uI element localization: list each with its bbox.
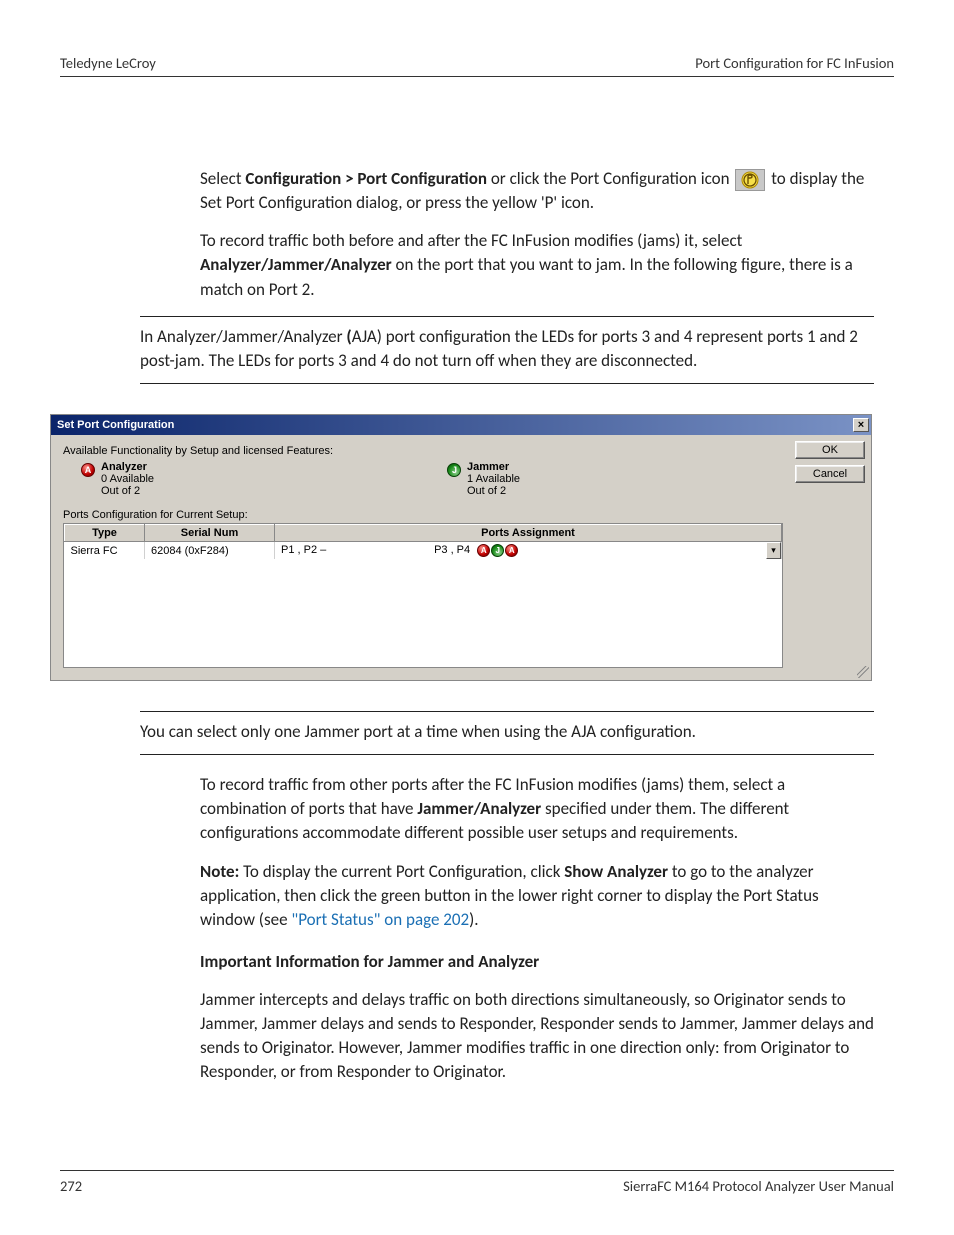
analyzer-badge-icon: A bbox=[477, 544, 490, 557]
aja-badges: A J A bbox=[477, 544, 518, 557]
analyzer-availability: A Analyzer 0 Available Out of 2 bbox=[57, 459, 423, 505]
resize-grip-icon[interactable] bbox=[857, 666, 869, 678]
note-box-1: In Analyzer/Jammer/Analyzer (AJA) port c… bbox=[140, 316, 874, 384]
ok-button[interactable]: OK bbox=[795, 441, 865, 459]
col-ports: Ports Assignment bbox=[275, 525, 782, 542]
ports-config-label: Ports Configuration for Current Setup: bbox=[57, 505, 789, 523]
col-type: Type bbox=[65, 525, 145, 542]
paragraph-1: Select Configuration > Port Configuratio… bbox=[200, 167, 874, 215]
analyzer-badge-icon: A bbox=[81, 463, 95, 477]
header-left: Teledyne LeCroy bbox=[60, 54, 156, 72]
port-config-icon bbox=[735, 169, 765, 191]
doc-title: SierraFC M164 Protocol Analyzer User Man… bbox=[623, 1177, 894, 1195]
jammer-badge-icon: J bbox=[491, 544, 504, 557]
port-status-link[interactable]: "Port Status" on page 202 bbox=[291, 909, 469, 930]
available-functionality-label: Available Functionality by Setup and lic… bbox=[57, 441, 789, 459]
set-port-configuration-dialog: Set Port Configuration × Available Funct… bbox=[50, 414, 872, 681]
cell-type: Sierra FC bbox=[65, 542, 145, 560]
jammer-badge-icon: J bbox=[447, 463, 461, 477]
table-row: Sierra FC 62084 (0xF284) P1 , P2 – P3 , … bbox=[65, 542, 782, 560]
page-header: Teledyne LeCroy Port Configuration for F… bbox=[60, 54, 894, 77]
body-content: Select Configuration > Port Configuratio… bbox=[200, 167, 874, 384]
dialog-titlebar: Set Port Configuration × bbox=[51, 415, 871, 435]
page-number: 272 bbox=[60, 1177, 82, 1195]
header-right: Port Configuration for FC InFusion bbox=[695, 54, 894, 72]
paragraph-5: Jammer intercepts and delays traffic on … bbox=[200, 988, 874, 1085]
ports-table: Type Serial Num Ports Assignment Sierra … bbox=[63, 523, 783, 668]
dialog-title: Set Port Configuration bbox=[57, 419, 174, 431]
page-footer: 272 SierraFC M164 Protocol Analyzer User… bbox=[60, 1170, 894, 1195]
paragraph-4: Note: To display the current Port Config… bbox=[200, 860, 874, 932]
subheading: Important Information for Jammer and Ana… bbox=[200, 950, 874, 974]
paragraph-2: To record traffic both before and after … bbox=[200, 229, 874, 301]
cell-ports-assignment[interactable]: P1 , P2 – P3 , P4 A J A bbox=[275, 542, 782, 560]
cell-serial: 62084 (0xF284) bbox=[145, 542, 275, 560]
analyzer-badge-icon: A bbox=[505, 544, 518, 557]
dropdown-arrow-icon[interactable] bbox=[766, 542, 781, 559]
cancel-button[interactable]: Cancel bbox=[795, 465, 865, 483]
body-content-2: You can select only one Jammer port at a… bbox=[200, 711, 874, 1085]
paragraph-3: To record traffic from other ports after… bbox=[200, 773, 874, 845]
col-serial: Serial Num bbox=[145, 525, 275, 542]
note-box-2: You can select only one Jammer port at a… bbox=[140, 711, 874, 755]
jammer-availability: J Jammer 1 Available Out of 2 bbox=[423, 459, 789, 505]
close-icon[interactable]: × bbox=[853, 418, 869, 432]
